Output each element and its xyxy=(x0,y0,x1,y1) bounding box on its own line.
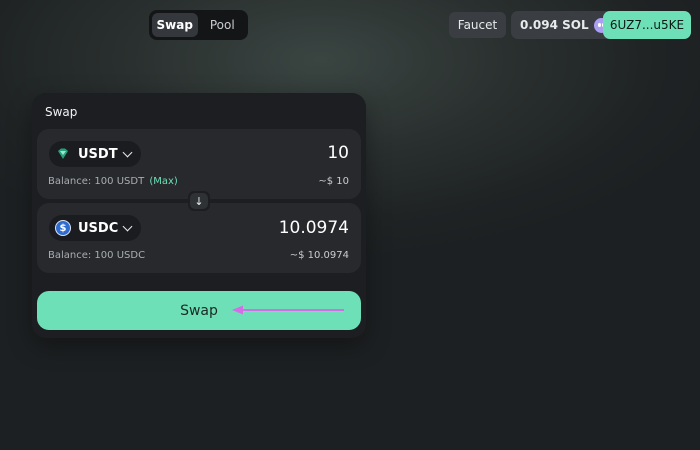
sol-balance: 0.094 SOL xyxy=(520,18,589,32)
nav-tabs: Swap Pool xyxy=(149,10,248,40)
tab-swap[interactable]: Swap xyxy=(152,13,198,37)
from-panel: USDT Balance: 100 USDT (Max) ~$ 10 xyxy=(37,129,361,199)
to-panel: $ USDC 10.0974 Balance: 100 USDC ~$ 10.0… xyxy=(37,203,361,273)
usdc-token-icon: $ xyxy=(55,220,71,236)
max-button[interactable]: (Max) xyxy=(149,176,177,187)
faucet-button[interactable]: Faucet xyxy=(449,12,506,38)
card-title: Swap xyxy=(45,105,78,119)
chevron-down-icon xyxy=(122,147,133,157)
swap-card: Swap USDT Balance: 100 USDT (Max) ~$ 10 … xyxy=(32,93,366,338)
wallet-address-button[interactable]: 6UZ7...u5KE xyxy=(603,11,691,39)
tab-pool[interactable]: Pool xyxy=(200,13,246,37)
from-amount-input[interactable] xyxy=(189,143,349,163)
usdt-token-icon xyxy=(55,146,71,162)
from-token-label: USDT xyxy=(78,146,118,162)
to-usd-value: ~$ 10.0974 xyxy=(289,250,349,261)
to-token-label: USDC xyxy=(78,220,119,236)
from-balance: Balance: 100 USDT (Max) xyxy=(48,176,178,187)
chevron-down-icon xyxy=(122,221,133,231)
annotation-arrow-icon xyxy=(232,305,344,315)
wallet-widget[interactable]: 0.094 SOL 6UZ7...u5KE xyxy=(511,11,691,39)
to-balance: Balance: 100 USDC xyxy=(48,250,145,261)
from-usd-value: ~$ 10 xyxy=(318,176,349,187)
to-token-selector[interactable]: $ USDC xyxy=(49,215,142,241)
to-balance-text: Balance: 100 USDC xyxy=(48,250,146,261)
to-amount: 10.0974 xyxy=(278,218,349,238)
from-token-selector[interactable]: USDT xyxy=(49,141,141,167)
arrow-down-icon: ↓ xyxy=(190,193,208,209)
switch-direction-button[interactable]: ↓ xyxy=(188,191,210,211)
from-balance-text: Balance: 100 USDT xyxy=(48,176,145,187)
